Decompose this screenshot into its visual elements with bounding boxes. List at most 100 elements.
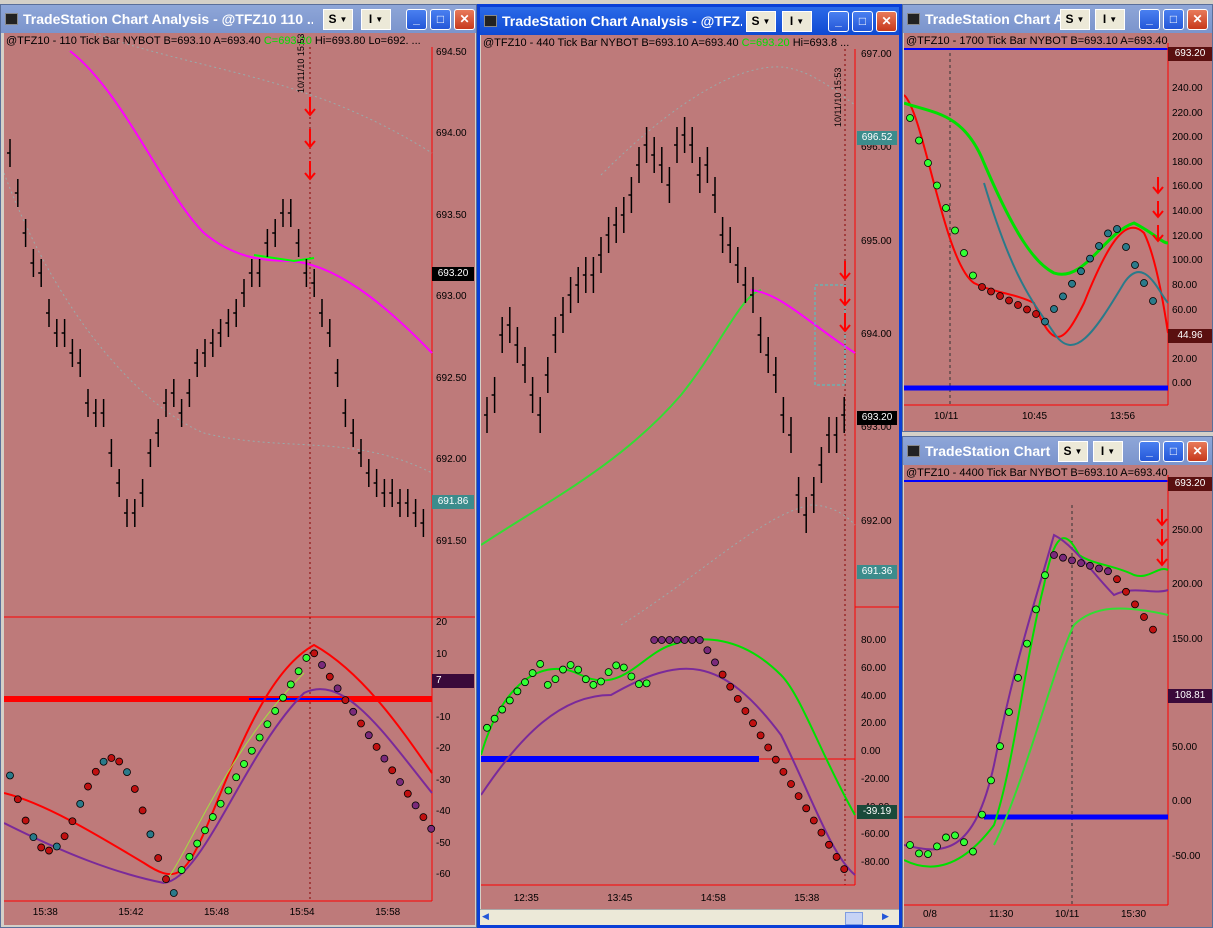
oscillator-dot [906,114,914,122]
axis-tick-label: 240.00 [1172,83,1203,94]
oscillator-dot [528,669,537,677]
s-menu-button[interactable]: S ▼ [1058,441,1088,462]
time-tick-label: 11:30 [989,909,1014,920]
down-arrow [1152,177,1164,195]
axis-tick-label: 140.00 [1172,206,1203,218]
oscillator-dot [364,731,373,740]
oscillator-dot [726,682,735,691]
chevron-down-icon: ▼ [1109,15,1118,25]
chart-window-4400-tick[interactable]: TradeStation Chart ... S ▼ I ▼ _ □ ✕ @TFZ1… [902,436,1213,928]
s-label: S [1063,444,1072,458]
moving-average-green [481,289,762,546]
oscillator-dot [185,852,194,861]
chart-plot-area[interactable]: @TFZ10 - 110 Tick Bar NYBOT B=693.10 A=6… [4,33,475,925]
chart-window-440-tick[interactable]: TradeStation Chart Analysis - @TFZ... S ▼… [477,4,902,928]
oscillator-dot [193,839,202,848]
close-button[interactable]: ✕ [454,9,475,30]
oscillator-dot [1032,310,1040,318]
app-icon [907,445,920,457]
oscillator-dot [1104,229,1112,238]
i-menu-button[interactable]: I ▼ [782,11,812,32]
close-button[interactable]: ✕ [1187,441,1208,462]
maximize-button[interactable]: □ [852,11,873,32]
chart-plot-area[interactable]: @TFZ10 - 1700 Tick Bar NYBOT B=693.10 A=… [904,33,1212,431]
osc-upper-band [4,643,433,876]
i-menu-button[interactable]: I ▼ [361,9,391,30]
i-menu-button[interactable]: I ▼ [1093,441,1123,462]
axis-tick-label: 692.00 [861,515,892,527]
down-arrow-markers [304,97,316,181]
oscillator-dot [1086,561,1094,570]
window-title: TradeStation Chart Analysis - @TFZ... [502,13,742,29]
oscillator-dot [13,795,22,804]
chevron-down-icon: ▼ [1107,447,1116,457]
title-bar[interactable]: TradeStation Chart A... S ▼ I ▼ _ □ ✕ [903,5,1212,33]
axis-tick-label: 692.50 [436,372,467,384]
scroll-right-button[interactable]: ▶ [882,911,896,924]
osc-value-label: 7 [432,674,474,688]
time-tick-label: 14:58 [700,893,726,904]
i-label: I [1102,12,1107,26]
time-tick-label: 12:35 [513,893,539,904]
scroll-left-button[interactable]: ◀ [482,911,496,924]
axis-tick-label: 60.00 [1172,304,1198,316]
oscillator-dot [1068,279,1076,288]
chart-plot-area[interactable]: @TFZ10 - 4400 Tick Bar NYBOT B=693.10 A=… [904,465,1212,927]
axis-tick-label: 695.00 [861,235,892,247]
oscillator-dot [505,696,514,705]
oscillator-dot [703,646,712,655]
oscillator-dot [341,696,350,704]
minimize-button[interactable]: _ [828,11,849,32]
oscillator-dot [960,838,968,847]
minimize-button[interactable]: _ [406,9,427,30]
axis-tick-label: 200.00 [1172,132,1203,144]
date-marker-label: 10/11/10 15:53 [296,33,306,93]
scroll-thumb[interactable] [845,912,863,925]
chevron-down-icon: ▼ [1076,15,1085,25]
title-bar[interactable]: TradeStation Chart ... S ▼ I ▼ _ □ ✕ [903,437,1212,465]
oscillator-dot [380,754,389,763]
title-bar[interactable]: TradeStation Chart Analysis - @TFZ10 110… [1,5,476,33]
ma-price-label: 691.86 [432,495,474,509]
chart-window-1700-tick[interactable]: TradeStation Chart A... S ▼ I ▼ _ □ ✕ @TFZ… [902,4,1213,432]
axis-tick-label: 160.00 [1172,181,1203,193]
s-menu-button[interactable]: S ▼ [746,11,776,32]
close-button[interactable]: ✕ [1187,9,1208,30]
oscillator-dot [45,846,53,855]
axis-tick-label: 0.00 [861,746,881,758]
down-arrow-markers [1152,177,1164,243]
down-arrow [1156,509,1168,527]
maximize-button[interactable]: □ [1163,9,1184,30]
oscillator-dot [924,850,932,858]
title-bar[interactable]: TradeStation Chart Analysis - @TFZ... S ▼… [480,7,899,35]
oscillator-dot [597,677,605,686]
chart-window-110-tick[interactable]: TradeStation Chart Analysis - @TFZ10 110… [0,4,477,928]
oscillator-dot [543,680,552,689]
time-tick-label: 0/8 [923,909,937,920]
axis-tick-label: 50.00 [1172,742,1198,754]
down-arrow-markers [1156,509,1168,567]
maximize-button[interactable]: □ [430,9,451,30]
oscillator-dot [1113,225,1121,233]
horizontal-scrollbar[interactable]: ◀ ▶ [480,909,899,925]
oscillator-dot [627,672,636,681]
i-menu-button[interactable]: I ▼ [1095,9,1125,30]
minimize-button[interactable]: _ [1139,441,1160,462]
chart-plot-area[interactable]: @TFZ10 - 440 Tick Bar NYBOT B=693.10 A=6… [481,35,899,909]
s-menu-button[interactable]: S ▼ [1060,9,1090,30]
minimize-button[interactable]: _ [1139,9,1160,30]
maximize-button[interactable]: □ [1163,441,1184,462]
oscillator-dot [951,831,959,840]
s-menu-button[interactable]: S ▼ [323,9,353,30]
oscillator-dot [536,660,545,668]
oscillator-dot [216,799,225,808]
axis-tick-label: -20.00 [861,773,890,785]
time-tick-label: 15:58 [375,907,401,918]
oscillator-dot [138,806,147,815]
oscillator-dot [711,658,719,667]
lower-band [4,172,433,474]
top-price-label: 693.20 [1168,47,1212,61]
last-price-label: 693.20 [857,411,897,425]
oscillator-dot [294,667,303,676]
close-button[interactable]: ✕ [876,11,897,32]
